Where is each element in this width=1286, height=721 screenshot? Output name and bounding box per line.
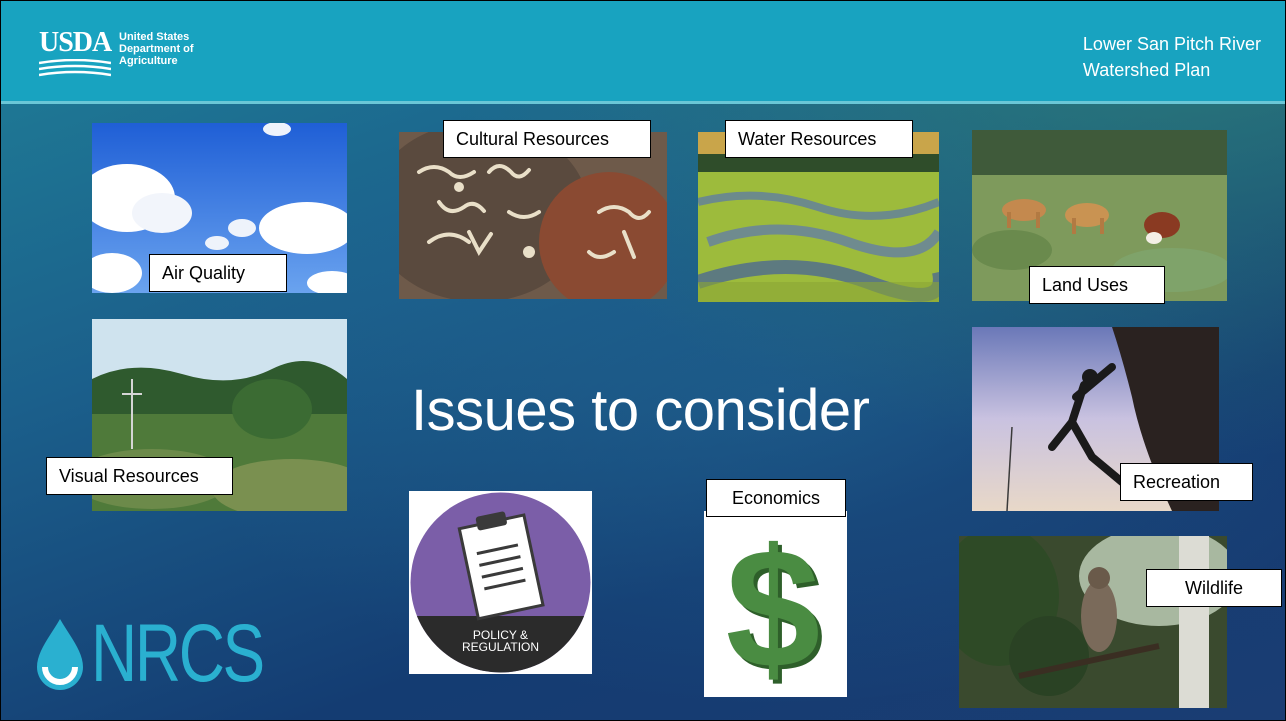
water-drop-icon: [37, 619, 83, 690]
nrcs-logo: NRCS: [31, 605, 271, 701]
header-bar: USDA United States Department of Agricul…: [1, 1, 1285, 104]
main-title: Issues to consider: [411, 378, 870, 443]
usda-stripes-icon: [39, 59, 111, 77]
economics-dollar-image: $ $: [704, 511, 847, 697]
svg-text:$: $: [726, 514, 821, 697]
label-recreation: Recreation: [1120, 463, 1253, 501]
usda-logo: USDA United States Department of Agricul…: [39, 29, 219, 89]
plan-title-line1: Lower San Pitch River: [1082, 34, 1261, 54]
label-cultural-resources: Cultural Resources: [443, 120, 651, 158]
label-air-quality: Air Quality: [149, 254, 287, 292]
nrcs-logo-word: NRCS: [91, 608, 265, 699]
policy-regulation-badge: POLICY & REGULATION: [409, 491, 592, 674]
usda-logo-line1: United States: [119, 31, 190, 43]
policy-badge-line2: REGULATION: [461, 640, 540, 654]
dollar-sign-icon: $ $: [704, 511, 847, 697]
label-wildlife: Wildlife: [1146, 569, 1282, 607]
plan-title-line2: Watershed Plan: [1082, 60, 1211, 80]
usda-logo-word: USDA: [39, 27, 112, 58]
plan-title: Lower San Pitch River Watershed Plan: [1083, 31, 1261, 83]
wildlife-photo: [959, 536, 1227, 708]
label-economics: Economics: [706, 479, 846, 517]
slide: USDA United States Department of Agricul…: [0, 0, 1286, 721]
usda-logo-line2: Department of: [119, 43, 194, 55]
label-land-uses: Land Uses: [1029, 266, 1165, 304]
usda-logo-line3: Agriculture: [119, 55, 178, 67]
policy-badge-text: POLICY & REGULATION: [409, 629, 592, 653]
label-water-resources: Water Resources: [725, 120, 913, 158]
label-visual-resources: Visual Resources: [46, 457, 233, 495]
usda-logo-text: United States Department of Agriculture: [119, 31, 194, 67]
